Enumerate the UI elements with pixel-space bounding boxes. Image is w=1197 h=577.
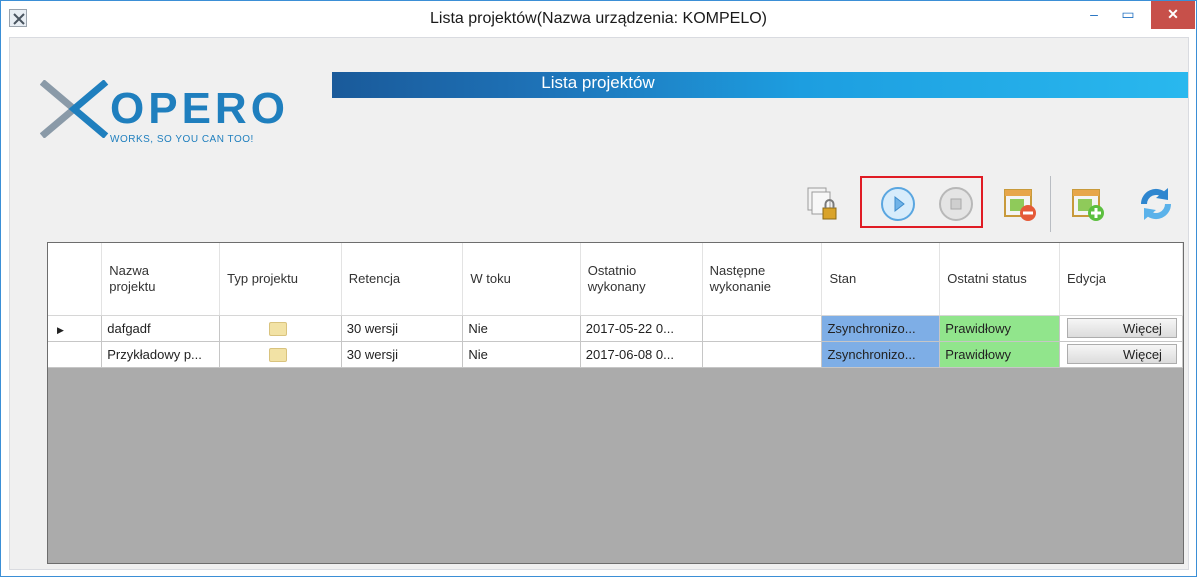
application-window: Lista projektów(Nazwa urządzenia: KOMPEL… xyxy=(0,0,1197,577)
cell-last-run[interactable]: 2017-05-22 0... xyxy=(580,315,703,342)
column-header-label: Stan xyxy=(829,271,857,287)
highlight-annotation xyxy=(860,176,983,228)
table-header-row: Nazwa projektu Typ projektu Retencja W t… xyxy=(48,243,1184,316)
column-header-label: Edycja xyxy=(1066,271,1106,287)
cell-retention[interactable]: 30 wersji xyxy=(341,341,464,368)
cell-edit: Więcej xyxy=(1059,315,1184,342)
cell-next-run[interactable] xyxy=(702,341,823,368)
cell-next-run[interactable] xyxy=(702,315,823,342)
cell-last-status[interactable]: Prawidłowy xyxy=(939,315,1060,342)
logo-tagline: WORKS, SO YOU CAN TOO! xyxy=(110,134,254,145)
remove-schedule-icon[interactable] xyxy=(1002,186,1038,222)
maximize-button[interactable]: ▭ xyxy=(1111,1,1145,29)
toolbar-separator xyxy=(1050,176,1051,232)
cell-last-run[interactable]: 2017-06-08 0... xyxy=(580,341,703,368)
row-selector[interactable]: ▶ xyxy=(48,315,103,342)
column-header-state[interactable]: Stan xyxy=(821,243,941,316)
column-header-label: Ostatnio wykonany xyxy=(587,262,646,294)
column-header-in-progress[interactable]: W toku xyxy=(462,243,581,316)
xopero-logo: OPERO WORKS, SO YOU CAN TOO! xyxy=(40,76,340,176)
title-bar[interactable]: Lista projektów(Nazwa urządzenia: KOMPEL… xyxy=(1,1,1196,37)
table-row[interactable]: Przykładowy p... 30 wersji Nie 2017-06-0… xyxy=(48,341,1184,368)
column-header-next-run[interactable]: Następne wykonanie xyxy=(702,243,823,316)
row-selector[interactable] xyxy=(48,341,103,368)
column-header-name[interactable]: Nazwa projektu xyxy=(101,243,221,316)
column-header-label: Następne wykonanie xyxy=(709,262,772,294)
cell-name[interactable]: Przykładowy p... xyxy=(101,341,221,368)
column-header-label: W toku xyxy=(470,271,511,287)
current-row-arrow-icon: ▶ xyxy=(57,324,64,335)
column-header-label: Retencja xyxy=(348,271,401,287)
cell-state[interactable]: Zsynchronizo... xyxy=(821,341,941,368)
refresh-icon[interactable] xyxy=(1138,186,1174,222)
column-header-label: Ostatni status xyxy=(947,271,1027,287)
cell-type[interactable] xyxy=(219,315,342,342)
column-header-retention[interactable]: Retencja xyxy=(341,243,464,316)
folder-icon xyxy=(269,321,288,336)
cell-edit: Więcej xyxy=(1059,341,1184,368)
cell-type[interactable] xyxy=(219,341,342,368)
cell-retention[interactable]: 30 wersji xyxy=(341,315,464,342)
row-header-corner xyxy=(48,243,103,316)
section-banner: Lista projektów xyxy=(332,72,1188,98)
folder-icon xyxy=(269,347,288,362)
secure-copy-icon[interactable] xyxy=(804,186,840,222)
projects-table: Nazwa projektu Typ projektu Retencja W t… xyxy=(48,243,1184,368)
cell-in-progress[interactable]: Nie xyxy=(462,341,581,368)
add-schedule-icon[interactable] xyxy=(1070,186,1106,222)
logo-wordmark: OPERO xyxy=(110,84,289,133)
column-header-label: Nazwa projektu xyxy=(109,262,156,294)
minimize-button[interactable]: – xyxy=(1077,1,1111,29)
cell-last-status[interactable]: Prawidłowy xyxy=(939,341,1060,368)
close-button[interactable]: ✕ xyxy=(1151,1,1195,29)
projects-grid: Nazwa projektu Typ projektu Retencja W t… xyxy=(47,242,1184,564)
cell-state[interactable]: Zsynchronizo... xyxy=(821,315,941,342)
toolbar xyxy=(800,176,1190,232)
cell-name[interactable]: dafgadf xyxy=(101,315,221,342)
banner-title: Lista projektów xyxy=(541,73,655,92)
more-button[interactable]: Więcej xyxy=(1066,318,1177,338)
column-header-last-run[interactable]: Ostatnio wykonany xyxy=(580,243,703,316)
column-header-edit[interactable]: Edycja xyxy=(1059,243,1184,316)
column-header-type[interactable]: Typ projektu xyxy=(219,243,342,316)
column-header-label: Typ projektu xyxy=(227,271,298,287)
table-row[interactable]: ▶ dafgadf 30 wersji Nie 2017-05-22 0... … xyxy=(48,315,1184,342)
cell-in-progress[interactable]: Nie xyxy=(462,315,581,342)
more-button[interactable]: Więcej xyxy=(1066,344,1177,364)
main-panel: OPERO WORKS, SO YOU CAN TOO! Lista proje… xyxy=(9,37,1189,570)
column-header-last-status[interactable]: Ostatni status xyxy=(939,243,1060,316)
window-title: Lista projektów(Nazwa urządzenia: KOMPEL… xyxy=(429,10,768,27)
